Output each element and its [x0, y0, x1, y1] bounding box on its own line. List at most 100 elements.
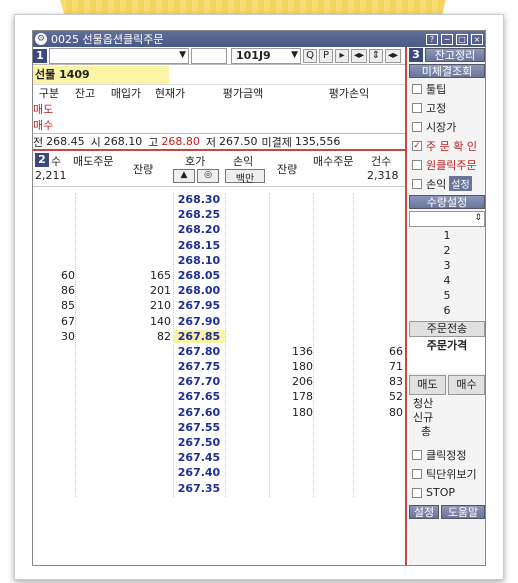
- price-cell[interactable]: 268.20: [173, 223, 225, 236]
- qty-item[interactable]: 5: [409, 289, 485, 304]
- option-check[interactable]: 툴팁: [409, 79, 485, 98]
- price-cell[interactable]: 267.35: [173, 482, 225, 495]
- checkbox-icon[interactable]: [412, 178, 422, 189]
- ladder-row[interactable]: 267.65 178 52: [33, 390, 405, 405]
- price-cell[interactable]: 268.15: [173, 239, 225, 252]
- bottom-check[interactable]: 틱단위보기: [409, 464, 485, 483]
- checkbox-icon[interactable]: [412, 83, 422, 94]
- price-cell[interactable]: 268.30: [173, 193, 225, 206]
- close-icon[interactable]: ×: [471, 33, 483, 45]
- checkbox-icon[interactable]: [412, 159, 422, 170]
- bottom-check[interactable]: 클릭정정: [409, 445, 485, 464]
- ladder-row[interactable]: 267.40: [33, 466, 405, 481]
- ladder-row[interactable]: 268.30: [33, 193, 405, 208]
- search-icon[interactable]: Q: [303, 48, 317, 63]
- balance-clear-button[interactable]: 잔고정리: [425, 48, 485, 62]
- ladder-row[interactable]: 267.50: [33, 436, 405, 451]
- price-cell[interactable]: 267.90: [173, 315, 225, 328]
- price-cell[interactable]: 267.45: [173, 451, 225, 464]
- option-check[interactable]: 손익 설정: [409, 174, 485, 193]
- checkbox-icon[interactable]: [412, 487, 422, 498]
- buy-count-cell: 52: [389, 390, 403, 404]
- code-combo[interactable]: 101J9 ▼: [231, 47, 301, 64]
- p-button[interactable]: P: [319, 48, 333, 63]
- help-icon[interactable]: ?: [426, 33, 438, 45]
- qty-input[interactable]: ⇕: [409, 211, 485, 227]
- option-check[interactable]: 시장가: [409, 117, 485, 136]
- side-buttons: 매도 매수: [409, 375, 485, 395]
- bottom-check[interactable]: STOP: [409, 483, 485, 502]
- ladder-row[interactable]: 267.55: [33, 421, 405, 436]
- buy-order-header[interactable]: 매수주문: [313, 153, 353, 169]
- scroll-up-icon[interactable]: ▲: [173, 169, 195, 183]
- col-header: 평가손익: [328, 87, 370, 100]
- price-cell[interactable]: 267.60: [173, 406, 225, 419]
- price-cell[interactable]: 268.25: [173, 208, 225, 221]
- ladder-row[interactable]: 267.35: [33, 482, 405, 497]
- ladder-row[interactable]: 268.25: [33, 208, 405, 223]
- checkbox-icon[interactable]: [412, 449, 422, 460]
- high-label: 고: [148, 135, 159, 149]
- ladder-row[interactable]: 85 210 267.95: [33, 299, 405, 314]
- price-cell[interactable]: 267.85: [173, 329, 225, 343]
- account-combo[interactable]: ▼: [49, 47, 189, 64]
- price-cell[interactable]: 267.80: [173, 345, 225, 358]
- option-check[interactable]: ✓ 주 문 확 인: [409, 136, 485, 155]
- price-cell[interactable]: 267.50: [173, 436, 225, 449]
- checkbox-icon[interactable]: [412, 102, 422, 113]
- buy-button[interactable]: 매수: [448, 375, 485, 395]
- ladder-row[interactable]: 86 201 268.00: [33, 284, 405, 299]
- ladder-row[interactable]: 30 82 267.85: [33, 329, 405, 345]
- ladder-row[interactable]: 268.15: [33, 239, 405, 254]
- setting-button[interactable]: 설정: [409, 505, 439, 519]
- checkbox-icon[interactable]: [412, 468, 422, 479]
- price-cell[interactable]: 268.05: [173, 269, 225, 282]
- expand-horizontal-icon[interactable]: ◂▸: [351, 48, 367, 63]
- option-check[interactable]: 고정: [409, 98, 485, 117]
- qty-item[interactable]: 4: [409, 274, 485, 289]
- checkbox-checked-icon[interactable]: ✓: [412, 140, 422, 151]
- sell-qty-cell: 201: [150, 284, 171, 298]
- sell-button[interactable]: 매도: [409, 375, 446, 395]
- pnl-setting-button[interactable]: 설정: [449, 176, 472, 191]
- next-icon[interactable]: ▸: [335, 48, 349, 63]
- qty-setting-button[interactable]: 수량설정: [409, 195, 485, 209]
- ladder-row[interactable]: 267.70 206 83: [33, 375, 405, 390]
- ladder-row[interactable]: 267.75 180 71: [33, 360, 405, 375]
- price-cell[interactable]: 267.40: [173, 466, 225, 479]
- price-cell[interactable]: 268.00: [173, 284, 225, 297]
- password-field[interactable]: [191, 47, 227, 64]
- option-check[interactable]: 원클릭주문: [409, 155, 485, 174]
- shrink-horizontal-icon[interactable]: ◂▸: [385, 48, 401, 63]
- price-cell[interactable]: 268.10: [173, 254, 225, 267]
- ladder-row[interactable]: 67 140 267.90: [33, 315, 405, 330]
- count-header: 수: [51, 155, 62, 168]
- qty-item[interactable]: 1: [409, 229, 485, 244]
- price-cell[interactable]: 267.70: [173, 375, 225, 388]
- price-cell[interactable]: 267.75: [173, 360, 225, 373]
- expand-vertical-icon[interactable]: ⇕: [369, 48, 383, 63]
- ladder-row[interactable]: 267.45: [33, 451, 405, 466]
- price-cell[interactable]: 267.95: [173, 299, 225, 312]
- ladder-row[interactable]: 60 165 268.05: [33, 269, 405, 284]
- unfilled-query-button[interactable]: 미체결조회: [409, 64, 485, 78]
- pnl-unit-button[interactable]: 백만: [225, 169, 265, 185]
- qty-item[interactable]: 3: [409, 259, 485, 274]
- ladder-row[interactable]: 267.80 136 66: [33, 345, 405, 360]
- checkbox-icon[interactable]: [412, 121, 422, 132]
- qty-item[interactable]: 6: [409, 304, 485, 319]
- sell-order-header[interactable]: 매도주문: [73, 153, 113, 169]
- price-cell[interactable]: 267.65: [173, 390, 225, 403]
- price-cell[interactable]: 267.55: [173, 421, 225, 434]
- minimize-icon[interactable]: −: [441, 33, 453, 45]
- center-icon[interactable]: ◎: [197, 169, 219, 183]
- maximize-icon[interactable]: □: [456, 33, 468, 45]
- send-order-button[interactable]: 주문전송: [409, 321, 485, 337]
- ladder-row[interactable]: 268.20: [33, 223, 405, 238]
- position-row-buy: 매수: [33, 117, 405, 133]
- sell-qty-cell: 165: [150, 268, 171, 282]
- help-button[interactable]: 도움말: [441, 505, 485, 519]
- ladder-row[interactable]: 267.60 180 80: [33, 406, 405, 421]
- qty-item[interactable]: 2: [409, 244, 485, 259]
- ladder-row[interactable]: 268.10: [33, 254, 405, 269]
